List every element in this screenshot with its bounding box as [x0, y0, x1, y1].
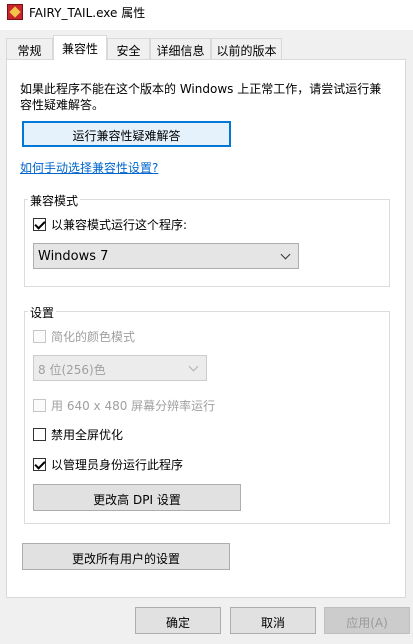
run-640-label: 用 640 x 480 屏幕分辨率运行: [51, 399, 216, 413]
reduced-color-label: 简化的颜色模式: [51, 330, 136, 344]
title-bar: FAIRY_TAIL.exe 属性: [0, 0, 413, 30]
intro-text-line2: 容性疑难解答。: [20, 98, 105, 112]
disable-fullscreen-checkbox[interactable]: [33, 428, 46, 441]
intro-text-line1: 如果此程序不能在这个版本的 Windows 上正常工作，请尝试运行兼: [20, 82, 382, 96]
chevron-down-icon: [280, 249, 291, 260]
reduced-color-checkbox[interactable]: [33, 330, 46, 343]
window-title: FAIRY_TAIL.exe 属性: [29, 6, 146, 20]
settings-group-label: 设置: [28, 304, 57, 321]
disable-fullscreen-label: 禁用全屏优化: [51, 428, 124, 442]
os-version-value: Windows 7: [38, 249, 109, 264]
apply-button[interactable]: 应用(A): [324, 607, 410, 634]
color-depth-value: 8 位(256)色: [38, 363, 106, 377]
all-users-settings-button[interactable]: 更改所有用户的设置: [22, 543, 230, 570]
compat-mode-group-label: 兼容模式: [28, 192, 81, 209]
tab-general[interactable]: 常规: [6, 38, 53, 59]
app-icon: [7, 4, 23, 20]
compatibility-panel: 如果此程序不能在这个版本的 Windows 上正常工作，请尝试运行兼 容性疑难解…: [6, 59, 406, 598]
change-dpi-button[interactable]: 更改高 DPI 设置: [33, 484, 241, 511]
tab-compatibility[interactable]: 兼容性: [53, 35, 107, 60]
chevron-down-icon: [188, 361, 199, 372]
tab-previous-versions[interactable]: 以前的版本: [211, 38, 282, 59]
tab-details[interactable]: 详细信息: [150, 38, 211, 59]
color-depth-select[interactable]: 8 位(256)色: [33, 355, 207, 381]
tab-security[interactable]: 安全: [107, 38, 150, 59]
compat-mode-checkbox[interactable]: [33, 218, 46, 231]
ok-button[interactable]: 确定: [135, 607, 221, 634]
compat-mode-checkbox-label: 以兼容模式运行这个程序:: [51, 218, 188, 232]
run-as-admin-label: 以管理员身份运行此程序: [51, 458, 184, 472]
cancel-button[interactable]: 取消: [230, 607, 316, 634]
manual-settings-link[interactable]: 如何手动选择兼容性设置?: [20, 159, 158, 176]
run-as-admin-checkbox[interactable]: [33, 458, 46, 471]
os-version-select[interactable]: Windows 7: [33, 243, 299, 269]
run-640-checkbox[interactable]: [33, 399, 46, 412]
troubleshooter-button[interactable]: 运行兼容性疑难解答: [22, 121, 231, 147]
